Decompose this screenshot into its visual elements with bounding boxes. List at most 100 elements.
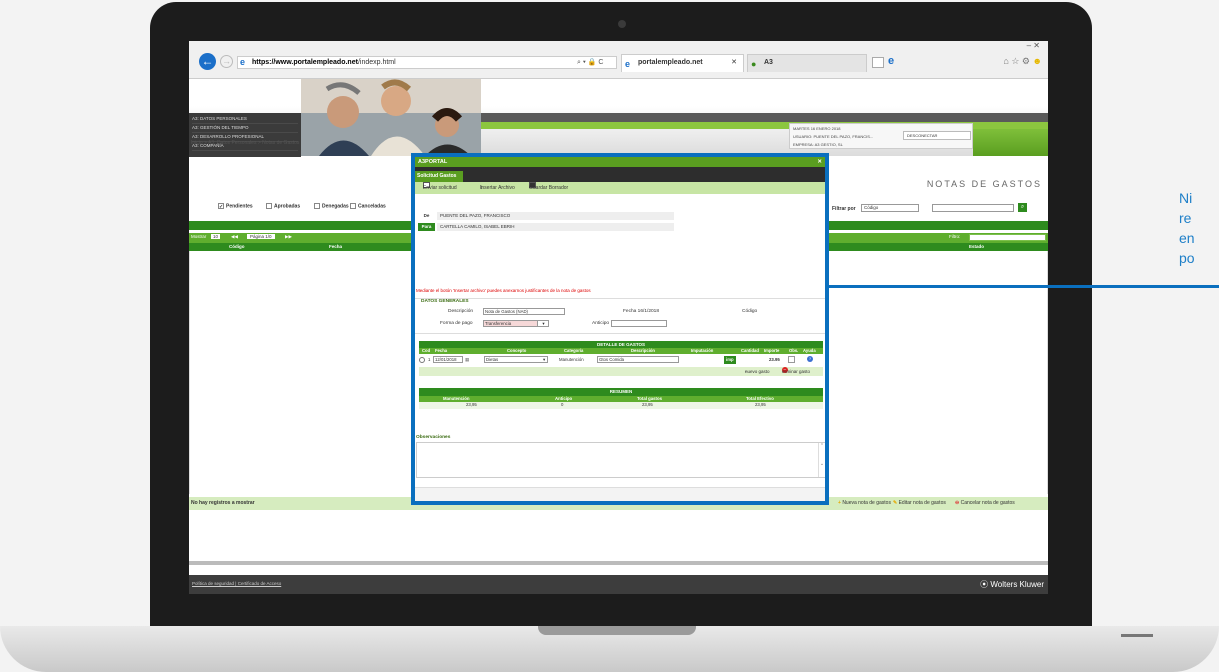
logout-button[interactable]: DESCONECTAR: [903, 131, 971, 140]
scroll-up-icon[interactable]: ⌃: [819, 443, 825, 449]
row-cod: 1: [428, 357, 431, 362]
summary-manutencion: 23,95: [466, 402, 477, 407]
summary-col-total: Total gastos: [637, 396, 662, 401]
help-icon[interactable]: ?: [807, 356, 813, 362]
summary-total: 23,95: [642, 402, 653, 407]
pager-prev-icon[interactable]: ◀◀: [231, 234, 238, 240]
scroll-down-icon[interactable]: ⌄: [819, 461, 825, 467]
expense-detail-heading: DETALLE DE GASTOS: [419, 341, 823, 348]
show-count-select[interactable]: 10: [211, 234, 221, 239]
filter-denegadas[interactable]: Denegadas: [314, 203, 349, 209]
col-obs: Obs.: [789, 348, 799, 353]
search-icon[interactable]: ⌕: [1018, 203, 1027, 212]
advance-label: Anticipo: [592, 321, 610, 326]
divider: [415, 333, 825, 334]
col-estado[interactable]: Estado: [969, 244, 984, 249]
ie-tab-icon: e: [625, 59, 631, 69]
url-path: /indexp.html: [357, 59, 396, 66]
side-caption: Ni re en po: [1179, 190, 1195, 266]
back-button[interactable]: ←: [199, 53, 216, 70]
filter-aprobadas[interactable]: Aprobadas: [266, 203, 300, 209]
table-filter-input[interactable]: [969, 234, 1046, 241]
row-description-input[interactable]: Gtos Comida: [597, 356, 679, 363]
modal-title-bar: A3PORTAL ✕: [415, 157, 825, 167]
tab-close-icon[interactable]: ✕: [731, 55, 737, 71]
tab-portalempleado[interactable]: e portalempleado.net ✕: [621, 54, 744, 72]
filter-by-select[interactable]: Código: [861, 204, 919, 212]
forward-button[interactable]: →: [220, 55, 233, 68]
advance-input[interactable]: [611, 320, 667, 327]
show-label: Mostrar: [191, 234, 207, 239]
window-controls[interactable]: – ✕: [1027, 41, 1040, 50]
filter-canceladas[interactable]: Canceladas: [350, 203, 386, 209]
cancel-note-label: Cancelar nota de gastos: [960, 500, 1015, 506]
page-title: NOTAS DE GASTOS: [926, 179, 1042, 189]
close-icon[interactable]: ✕: [817, 157, 822, 167]
edit-note-button[interactable]: ✎ Editar nota de gastos: [893, 500, 946, 506]
a3-tab-icon: ●: [751, 59, 757, 69]
textarea-scrollbar[interactable]: ⌃ ⌄: [818, 443, 825, 477]
main-menu: A3: DATOS PERSONALES A3: GESTIÓN DEL TIE…: [189, 113, 301, 157]
new-expense-label: nuevo gasto: [745, 369, 770, 374]
filter-label: Denegadas: [322, 203, 349, 210]
summary-values: 23,95 0 23,95 23,95: [419, 402, 823, 409]
observations-label: Observaciones: [416, 435, 451, 440]
to-row: Para CARTELLA CAMILO, ISABEL EBRIH: [418, 223, 674, 231]
attachment-note: Mediante el botón 'Insertar archivo' pue…: [416, 288, 591, 293]
home-star-gear-icons[interactable]: ⌂ ☆ ⚙: [1003, 56, 1030, 66]
new-note-button[interactable]: + Nueva nota de gastos: [838, 500, 891, 506]
filter-pendientes[interactable]: ✓ Pendientes: [218, 203, 253, 210]
row-obs-icon[interactable]: [788, 356, 795, 363]
header-green-block: [973, 129, 1048, 156]
cancel-note-button[interactable]: ⊖ Cancelar nota de gastos: [955, 500, 1015, 506]
menu-item-datos[interactable]: A3: DATOS PERSONALES: [192, 115, 298, 124]
footer-links[interactable]: Política de seguridad | Certificado de A…: [192, 581, 281, 586]
filter-label: Aprobadas: [274, 203, 301, 210]
new-tab-icon[interactable]: [872, 57, 884, 68]
observations-textarea[interactable]: ⌃ ⌄: [416, 442, 825, 478]
col-fecha[interactable]: Fecha: [329, 244, 342, 249]
edge-icon[interactable]: e: [888, 55, 894, 67]
col-codigo[interactable]: Código: [229, 244, 245, 249]
row-select-radio[interactable]: [419, 357, 425, 363]
row-category: Manutención: [559, 357, 584, 362]
filter-search-input[interactable]: [932, 204, 1014, 212]
menu-item-tiempo[interactable]: A3: GESTIÓN DEL TIEMPO: [192, 124, 298, 133]
col-imputacion: Imputación: [691, 348, 714, 353]
url-domain: portalempleado.net: [293, 59, 358, 66]
checkbox-icon[interactable]: ✓: [218, 203, 224, 210]
pager-input[interactable]: Página 1/0: [247, 234, 275, 239]
row-imputation-button[interactable]: imp: [724, 356, 736, 364]
row-date-input[interactable]: 12/01/2018: [433, 356, 463, 363]
expense-row: 1 12/01/2018 ▦ Dietas ▾ Manutención Gtos…: [419, 356, 823, 365]
checkbox-icon[interactable]: [350, 203, 356, 209]
date-label: Fecha 16/1/2018: [623, 309, 660, 314]
laptop-screen: ← → e https://www.portalempleado.net/ind…: [189, 41, 1048, 594]
tab-solicitud-gastos[interactable]: Solicitud Gastos: [415, 171, 463, 182]
smiley-icon[interactable]: ☻: [1033, 56, 1042, 66]
url-tools[interactable]: ⌕ ▾ 🔒 C: [577, 58, 603, 67]
browser-icons[interactable]: ⌂ ☆ ⚙ ☻: [1003, 56, 1042, 67]
col-cantidad: Cantidad: [741, 348, 759, 353]
modal-bottom-bar: [415, 487, 825, 501]
checkbox-icon[interactable]: [314, 203, 320, 209]
chevron-down-icon[interactable]: ▾: [543, 356, 545, 364]
brand-name: Wolters Kluwer: [990, 580, 1044, 589]
description-input[interactable]: Nota de Gastos (NAD): [483, 308, 565, 315]
breadcrumb[interactable]: Inicio > A3: Datos Personales > Notas de…: [191, 140, 299, 146]
filter-label: Canceladas: [358, 203, 386, 210]
address-bar[interactable]: e https://www.portalempleado.net/indexp.…: [237, 56, 617, 69]
new-note-label: Nueva nota de gastos: [842, 500, 891, 506]
ie-icon: e: [240, 57, 246, 67]
row-concept-select[interactable]: Dietas: [484, 356, 548, 363]
calendar-icon[interactable]: ▦: [465, 356, 469, 364]
payment-method-value: Transferencia: [485, 321, 512, 326]
summary-col-manutencion: Manutención: [443, 396, 470, 401]
chevron-down-icon[interactable]: ▾: [537, 320, 549, 327]
from-row: De PUENTE DEL PAZO, FRANCISCO: [418, 212, 674, 220]
checkbox-icon[interactable]: [266, 203, 272, 209]
tab-a3[interactable]: ● A3: [747, 54, 867, 72]
description-label: Descripción: [448, 309, 474, 314]
pager-next-icon[interactable]: ▶▶: [285, 234, 292, 240]
no-records-text: No hay registros a mostrar: [191, 500, 255, 506]
